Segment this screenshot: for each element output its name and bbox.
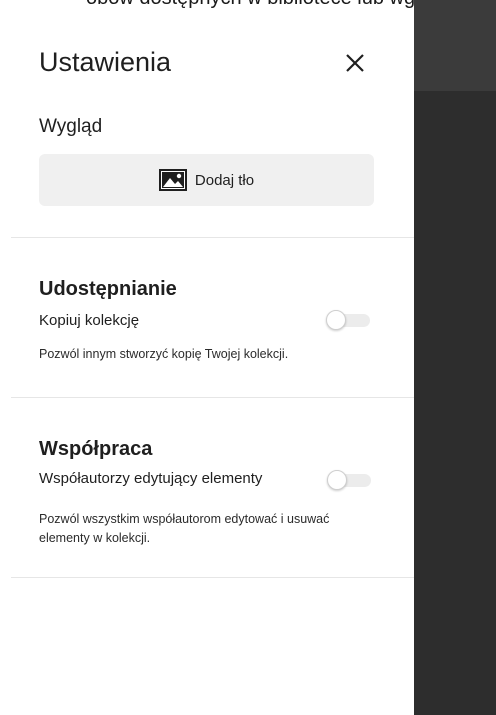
coauthors-edit-description: Pozwól wszystkim współautorom edytować i… [39, 512, 330, 545]
toggle-knob [327, 470, 347, 490]
copy-collection-toggle[interactable] [326, 310, 372, 330]
settings-screen: obów dostępnych w bibliotece lub wgr Ust… [0, 0, 496, 715]
divider [11, 577, 414, 578]
copy-collection-description: Pozwól innym stworzyć kopię Twojej kolek… [39, 347, 289, 361]
add-background-button[interactable]: Dodaj tło [39, 154, 374, 206]
collaboration-heading: Współpraca [39, 438, 153, 460]
copy-collection-label: Kopiuj kolekcję [39, 312, 140, 329]
settings-panel: Ustawienia Wygląd Dodaj tło Udostępniani… [0, 12, 414, 715]
close-icon [346, 54, 364, 72]
add-background-label: Dodaj tło [194, 171, 255, 189]
toggle-knob [326, 310, 346, 330]
appearance-heading: Wygląd [39, 116, 103, 137]
close-button[interactable] [340, 48, 370, 78]
sharing-heading: Udostępnianie [39, 278, 177, 300]
divider [11, 397, 414, 398]
image-icon [158, 169, 187, 191]
divider [11, 237, 414, 238]
panel-title: Ustawienia [39, 47, 172, 77]
coauthors-edit-label: Współautorzy edytujący elementy [39, 470, 263, 487]
coauthors-edit-toggle[interactable] [327, 470, 373, 490]
background-page-text: obów dostępnych w bibliotece lub wgr [86, 0, 422, 10]
dimmed-header-band [414, 0, 496, 91]
dimmed-background[interactable] [414, 0, 496, 715]
